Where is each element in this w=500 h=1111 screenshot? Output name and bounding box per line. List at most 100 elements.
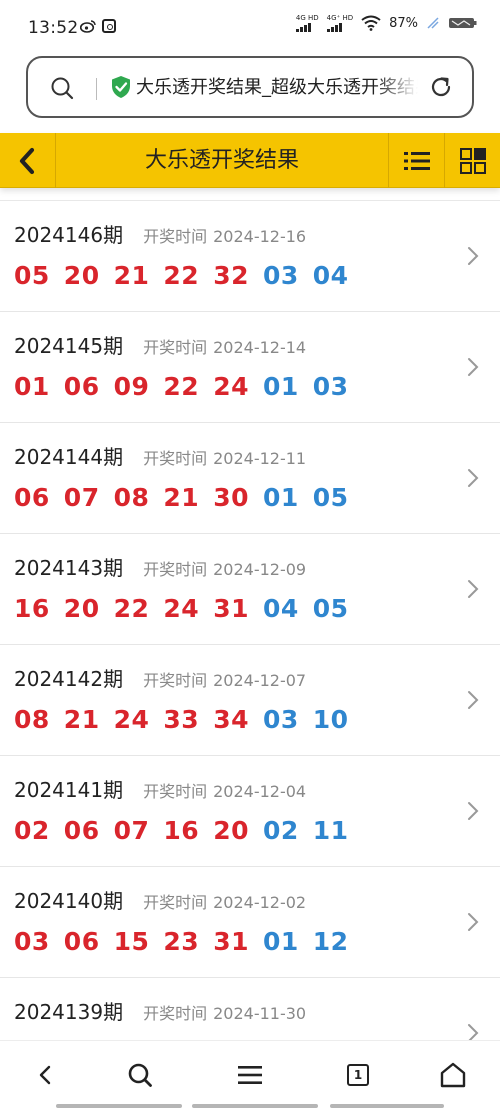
shield-check-icon[interactable] xyxy=(110,75,132,99)
battery-percent: 87% xyxy=(389,15,418,31)
issue-line: 2024142期 开奖时间 2024-12-07 xyxy=(14,663,306,692)
chevron-right-icon[interactable] xyxy=(466,467,480,489)
nav-home-button[interactable] xyxy=(435,1057,471,1093)
red-ball-number: 30 xyxy=(213,483,249,512)
red-ball-number: 23 xyxy=(163,927,200,956)
blue-ball-number: 05 xyxy=(312,483,349,512)
red-ball-number: 06 xyxy=(63,372,100,401)
draw-date-label: 开奖时间 xyxy=(143,1004,208,1023)
blue-ball-number: 11 xyxy=(312,816,349,845)
draw-date-label: 开奖时间 xyxy=(143,338,208,357)
address-bar[interactable]: 大乐透开奖结果_超级大乐透开奖结果 xyxy=(26,56,474,118)
draw-date: 2024-12-11 xyxy=(213,449,307,468)
blue-ball-number: 01 xyxy=(262,372,299,401)
list-menu-button[interactable] xyxy=(388,133,444,188)
result-row[interactable]: 2024140期 开奖时间 2024-12-02 03 06 15 23 31 01 12 xyxy=(0,867,500,978)
menu-icon xyxy=(238,1066,262,1084)
red-ball-number: 08 xyxy=(113,483,150,512)
net2-label: 4G⁺ HD xyxy=(326,14,354,22)
nav-menu-button[interactable] xyxy=(232,1057,268,1093)
wifi-icon xyxy=(361,15,381,31)
blue-ball-number: 04 xyxy=(312,261,349,290)
red-ball-number: 02 xyxy=(14,816,50,845)
chevron-right-icon[interactable] xyxy=(466,689,480,711)
back-button[interactable] xyxy=(0,133,56,188)
back-chevron-icon xyxy=(19,147,34,174)
red-ball-number: 16 xyxy=(163,816,200,845)
winning-numbers: 02 06 07 16 20 02 11 xyxy=(14,816,363,845)
grid-icon xyxy=(459,147,486,174)
blue-ball-number: 02 xyxy=(262,816,299,845)
weibo-icon xyxy=(80,20,96,33)
result-row[interactable]: 2024145期 开奖时间 2024-12-14 01 06 09 22 24 01 03 xyxy=(0,312,500,423)
result-row[interactable]: 2024146期 开奖时间 2024-12-16 05 20 21 22 32 03 04 xyxy=(0,201,500,312)
chevron-right-icon[interactable] xyxy=(466,1022,480,1040)
red-ball-number: 20 xyxy=(63,594,100,623)
red-ball-number: 32 xyxy=(213,261,249,290)
net1-label: 4G HD xyxy=(295,14,319,22)
winning-numbers: 03 06 15 23 31 01 12 xyxy=(14,927,363,956)
status-right: 4G HD 4G⁺ HD 87% xyxy=(295,14,478,32)
red-ball-number: 31 xyxy=(213,927,249,956)
status-bar: 13:52 4G HD 4G⁺ HD 87% xyxy=(0,0,500,56)
draw-date: 2024-12-14 xyxy=(213,338,307,357)
issue-line: 2024141期 开奖时间 2024-12-04 xyxy=(14,774,306,803)
result-row[interactable]: 2024144期 开奖时间 2024-12-11 06 07 08 21 30 01 05 xyxy=(0,423,500,534)
red-ball-number: 22 xyxy=(113,594,150,623)
search-icon[interactable] xyxy=(50,76,74,100)
issue-line: 2024145期 开奖时间 2024-12-14 xyxy=(14,330,306,359)
grid-view-button[interactable] xyxy=(444,133,500,188)
battery-icon xyxy=(449,18,477,28)
charging-icon xyxy=(427,17,439,29)
red-ball-number: 16 xyxy=(14,594,50,623)
draw-date-label: 开奖时间 xyxy=(143,449,208,468)
chevron-right-icon[interactable] xyxy=(466,578,480,600)
red-ball-number: 20 xyxy=(63,261,100,290)
issue-line: 2024146期 开奖时间 2024-12-16 xyxy=(14,219,306,248)
red-ball-number: 06 xyxy=(14,483,50,512)
result-row[interactable]: 2024142期 开奖时间 2024-12-07 08 21 24 33 34 03 10 xyxy=(0,645,500,756)
red-ball-number: 24 xyxy=(113,705,150,734)
issue-number: 2024145期 xyxy=(14,334,124,358)
draw-date: 2024-12-07 xyxy=(213,671,307,690)
red-ball-number: 05 xyxy=(14,261,50,290)
blue-ball-number: 10 xyxy=(312,705,349,734)
red-ball-number: 34 xyxy=(213,705,249,734)
url-divider xyxy=(96,78,97,100)
nav-back-button[interactable] xyxy=(28,1057,64,1093)
issue-line: 2024144期 开奖时间 2024-12-11 xyxy=(14,441,306,470)
chevron-right-icon[interactable] xyxy=(466,800,480,822)
draw-date: 2024-12-16 xyxy=(213,227,307,246)
chevron-right-icon[interactable] xyxy=(466,911,480,933)
result-row[interactable]: 2024139期 开奖时间 2024-11-30 xyxy=(0,978,500,1040)
issue-number: 2024146期 xyxy=(14,223,124,247)
red-ball-number: 31 xyxy=(213,594,249,623)
chevron-right-icon[interactable] xyxy=(466,245,480,267)
red-ball-number: 21 xyxy=(163,483,200,512)
nav-tabs-button[interactable]: 1 xyxy=(340,1057,376,1093)
draw-date-label: 开奖时间 xyxy=(143,671,208,690)
signal-icon xyxy=(326,22,342,32)
page-title: 大乐透开奖结果 xyxy=(144,148,299,173)
app-badge-icon xyxy=(102,19,116,33)
blue-ball-number: 01 xyxy=(262,483,299,512)
red-ball-number: 07 xyxy=(63,483,100,512)
url-text[interactable]: 大乐透开奖结果_超级大乐透开奖结果 xyxy=(136,74,418,102)
nav-search-button[interactable] xyxy=(122,1057,158,1093)
issue-number: 2024139期 xyxy=(14,1000,124,1024)
draw-date-label: 开奖时间 xyxy=(143,560,208,579)
results-list: 2024146期 开奖时间 2024-12-16 05 20 21 22 32 03 04 2024… xyxy=(0,200,500,1040)
issue-number: 2024140期 xyxy=(14,889,124,913)
result-row[interactable]: 2024143期 开奖时间 2024-12-09 16 20 22 24 31 04 05 xyxy=(0,534,500,645)
chevron-right-icon[interactable] xyxy=(466,356,480,378)
red-ball-number: 33 xyxy=(163,705,200,734)
reload-icon[interactable] xyxy=(428,74,454,100)
blue-ball-number: 03 xyxy=(262,261,299,290)
blue-ball-number: 03 xyxy=(262,705,299,734)
winning-numbers: 16 20 22 24 31 04 05 xyxy=(14,594,363,623)
red-ball-number: 24 xyxy=(213,372,249,401)
draw-date: 2024-11-30 xyxy=(213,1004,307,1023)
blue-ball-number: 01 xyxy=(262,927,299,956)
issue-line: 2024140期 开奖时间 2024-12-02 xyxy=(14,885,306,914)
result-row[interactable]: 2024141期 开奖时间 2024-12-04 02 06 07 16 20 02 11 xyxy=(0,756,500,867)
